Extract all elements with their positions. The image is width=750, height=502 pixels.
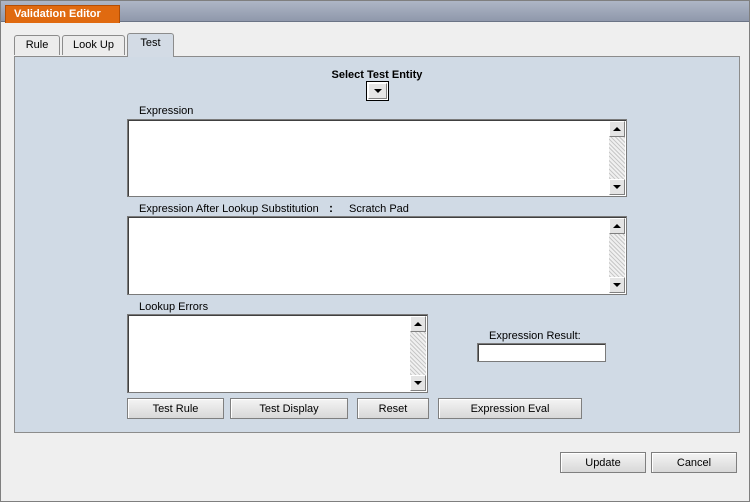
chevron-down-icon (613, 283, 621, 287)
expression-result-label: Expression Result: (489, 330, 581, 342)
test-rule-button[interactable]: Test Rule (127, 398, 224, 419)
chevron-down-icon (613, 185, 621, 189)
dropdown-button[interactable] (368, 83, 387, 99)
chevron-up-icon (613, 127, 621, 131)
title-bar: Validation Editor (1, 1, 749, 23)
expression-textarea[interactable] (127, 119, 627, 197)
tab-test[interactable]: Test (127, 33, 174, 57)
scroll-down-button[interactable] (609, 179, 625, 195)
expression-eval-button[interactable]: Expression Eval (438, 398, 582, 419)
lookup-errors-textarea[interactable] (127, 314, 428, 393)
tab-rule[interactable]: Rule (14, 35, 60, 55)
update-button[interactable]: Update (560, 452, 646, 473)
chevron-down-icon (414, 381, 422, 385)
lookup-errors-scrollbar[interactable] (410, 316, 426, 391)
validation-editor-window: Validation Editor Rule Look Up Test Sele… (0, 0, 750, 502)
window-title: Validation Editor (5, 5, 120, 23)
cancel-button[interactable]: Cancel (651, 452, 737, 473)
test-entity-dropdown[interactable] (366, 81, 389, 101)
scroll-down-button[interactable] (609, 277, 625, 293)
after-lookup-label: Expression After Lookup Substitution (139, 203, 319, 215)
chevron-down-icon (373, 89, 382, 93)
scratch-pad-label: Scratch Pad (349, 203, 409, 215)
lookup-errors-label: Lookup Errors (139, 301, 209, 313)
scroll-up-button[interactable] (410, 316, 426, 332)
scroll-up-button[interactable] (609, 218, 625, 234)
scratch-pad-textarea[interactable] (127, 216, 627, 295)
select-test-entity-label: Select Test Entity (331, 69, 423, 81)
expression-result-field[interactable] (477, 343, 606, 362)
scratch-pad-scrollbar[interactable] (609, 218, 625, 293)
expression-label: Expression (139, 105, 194, 117)
label-separator: : (329, 201, 333, 215)
scroll-down-button[interactable] (410, 375, 426, 391)
test-display-button[interactable]: Test Display (230, 398, 348, 419)
expression-scrollbar[interactable] (609, 121, 625, 195)
tab-look-up[interactable]: Look Up (62, 35, 125, 55)
scroll-up-button[interactable] (609, 121, 625, 137)
chevron-up-icon (613, 224, 621, 228)
reset-button[interactable]: Reset (357, 398, 429, 419)
chevron-up-icon (414, 322, 422, 326)
test-panel: Select Test Entity Expression Expression… (14, 56, 740, 433)
